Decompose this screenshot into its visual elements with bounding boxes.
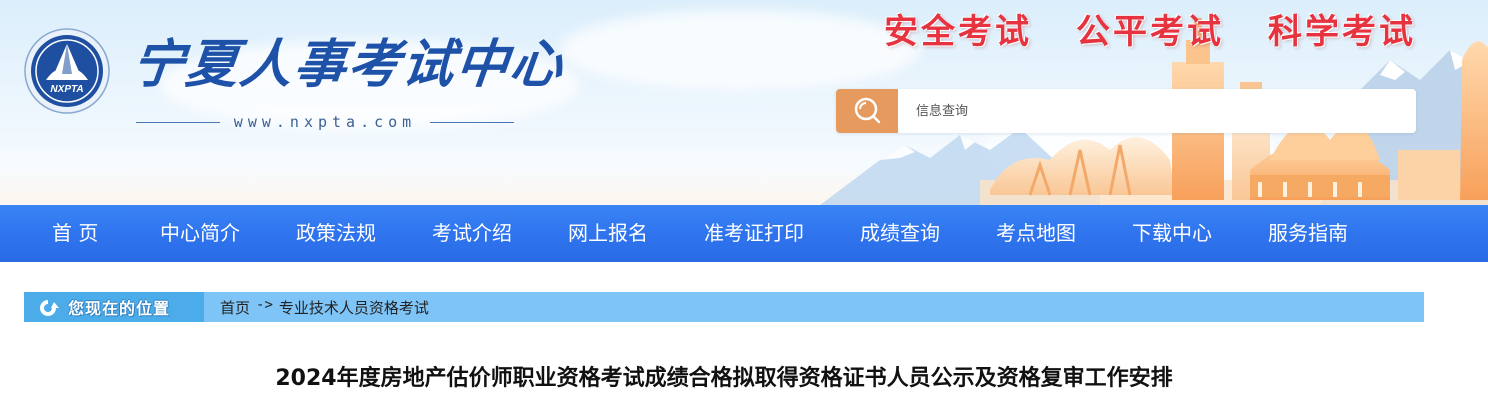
site-url: www.nxpta.com xyxy=(233,113,417,131)
divider-line xyxy=(430,121,514,123)
nav-item-about[interactable]: 中心简介 xyxy=(160,205,240,262)
slogan-scientific: 科学考试 xyxy=(1268,12,1416,52)
site-title: 宁夏人事考试中心 xyxy=(128,34,568,95)
nav-item-service-guide[interactable]: 服务指南 xyxy=(1268,205,1348,262)
breadcrumb-label: 您现在的位置 xyxy=(68,299,171,318)
nav-item-admit-card[interactable]: 准考证打印 xyxy=(704,205,804,262)
breadcrumb-link-home[interactable]: 首页 xyxy=(220,297,250,318)
nav-item-policies[interactable]: 政策法规 xyxy=(296,205,376,262)
site-header: NXPTA 宁夏人事考试中心 www.nxpta.com 安全考试 公平考试 科… xyxy=(0,0,1488,205)
breadcrumb-label-box: 您现在的位置 xyxy=(24,292,204,322)
breadcrumb-link-category[interactable]: 专业技术人员资格考试 xyxy=(279,297,429,318)
search-icon xyxy=(854,97,881,124)
location-arrow-icon xyxy=(40,300,59,316)
slogan-fair: 公平考试 xyxy=(1076,12,1224,52)
nav-item-home[interactable]: 首 页 xyxy=(52,205,98,262)
divider-line xyxy=(136,121,220,123)
site-url-row: www.nxpta.com xyxy=(136,110,514,134)
nav-item-exam-intro[interactable]: 考试介绍 xyxy=(432,205,512,262)
nav-item-score-query[interactable]: 成绩查询 xyxy=(860,205,940,262)
nav-item-venue-map[interactable]: 考点地图 xyxy=(996,205,1076,262)
nxpta-logo-icon: NXPTA xyxy=(24,28,110,114)
logo-emblem-text: NXPTA xyxy=(50,84,83,95)
breadcrumb-path: 首页 -> 专业技术人员资格考试 xyxy=(220,297,429,318)
main-nav: 首 页 中心简介 政策法规 考试介绍 网上报名 准考证打印 成绩查询 考点地图 … xyxy=(0,205,1488,262)
slogans: 安全考试 公平考试 科学考试 xyxy=(884,4,1416,52)
breadcrumb: 您现在的位置 首页 -> 专业技术人员资格考试 xyxy=(24,292,1424,322)
slogan-safe: 安全考试 xyxy=(884,12,1032,52)
search-button[interactable] xyxy=(836,89,898,133)
article-title: 2024年度房地产估价师职业资格考试成绩合格拟取得资格证书人员公示及资格复审工作… xyxy=(275,366,1173,391)
nav-item-downloads[interactable]: 下载中心 xyxy=(1132,205,1212,262)
nav-item-online-signup[interactable]: 网上报名 xyxy=(568,205,648,262)
search-input[interactable] xyxy=(914,90,1398,132)
breadcrumb-separator: -> xyxy=(256,296,273,313)
search-box xyxy=(836,89,1416,133)
